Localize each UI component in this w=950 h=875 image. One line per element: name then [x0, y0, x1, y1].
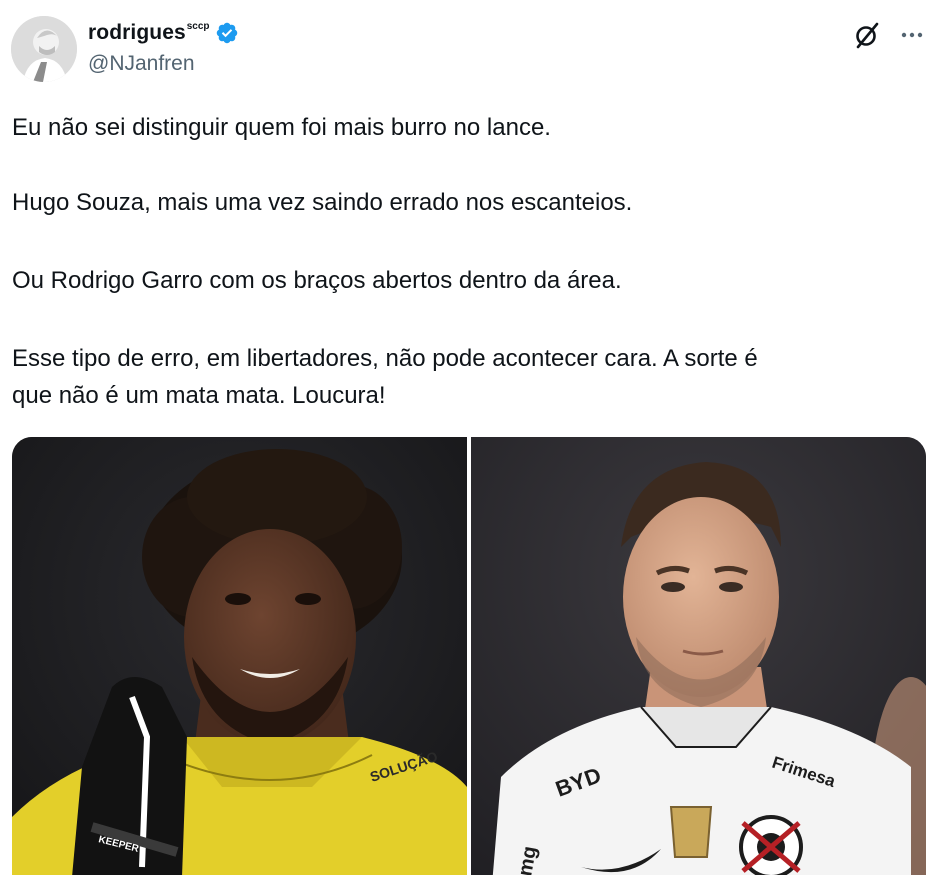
author-name-row[interactable]: rodrigues sccp	[88, 18, 239, 48]
author-handle[interactable]: @NJanfren	[88, 52, 195, 76]
grok-icon[interactable]	[851, 19, 883, 51]
photo-goalkeeper[interactable]: SOLUÇÃO KEEPER	[12, 437, 467, 875]
tweet-text-line: Esse tipo de erro, em libertadores, não …	[12, 345, 758, 372]
more-options-icon[interactable]	[897, 20, 927, 50]
tweet-text-line: que não é um mata mata. Loucura!	[12, 382, 386, 409]
tweet-card: rodrigues sccp @NJanfren Eu não sei dist…	[0, 0, 950, 875]
photo-corinthians-player[interactable]: BYD Frimesa mg	[471, 437, 926, 875]
verified-badge-icon	[216, 22, 237, 44]
corinthians-player-photo-image: BYD Frimesa mg	[471, 437, 926, 875]
tweet-text-line: Hugo Souza, mais uma vez saindo errado n…	[12, 189, 633, 216]
media-grid: SOLUÇÃO KEEPER BYD Frimesa mg	[12, 437, 926, 875]
side-sponsor-text: mg	[514, 845, 541, 875]
avatar[interactable]	[11, 16, 77, 82]
tweet-text-line: Eu não sei distinguir quem foi mais burr…	[12, 114, 551, 141]
display-name-suffix: sccp	[186, 20, 210, 32]
avatar-image	[11, 16, 77, 82]
tweet-text-line: Ou Rodrigo Garro com os braços abertos d…	[12, 267, 622, 294]
display-name[interactable]: rodrigues	[88, 21, 186, 45]
goalkeeper-photo-image: SOLUÇÃO KEEPER	[12, 437, 467, 875]
